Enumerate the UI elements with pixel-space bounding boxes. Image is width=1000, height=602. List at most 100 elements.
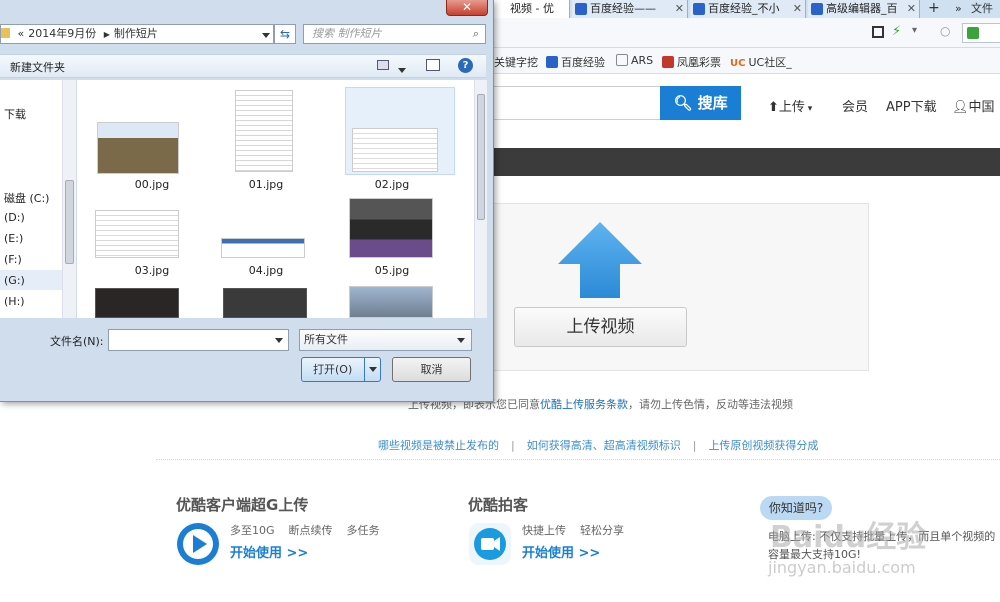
baidu-watermark: Baidu经验 — [770, 520, 927, 555]
bookmark-item[interactable]: 凤凰彩票 — [662, 54, 721, 70]
view-icon[interactable] — [377, 60, 389, 70]
open-button[interactable]: 打开(O) — [301, 357, 381, 382]
file-name[interactable]: 02.jpg — [337, 178, 447, 191]
youku-client-icon — [177, 523, 219, 565]
tab-advanced-editor[interactable]: 高级编辑器_百 ✕ — [808, 0, 920, 18]
scroll-thumb[interactable] — [65, 180, 74, 264]
file-thumbnail — [221, 238, 305, 258]
help-link-revenue[interactable]: 上传原创视频获得分成 — [708, 439, 818, 452]
uc-icon: UC — [730, 58, 746, 69]
close-button[interactable]: ✕ — [446, 0, 488, 16]
nav-item-drive-f[interactable]: (F:) — [4, 253, 22, 266]
search-box[interactable] — [962, 23, 1000, 43]
bookmark-item[interactable]: 关键字挖 — [494, 54, 538, 70]
chevron-down-icon[interactable] — [262, 33, 270, 38]
file-list: 00.jpg 01.jpg 02.jpg 03.jpg 04.jpg 05.jp… — [77, 80, 474, 318]
search-icon: ⌕ — [472, 27, 479, 40]
paike-features: 快捷上传 轻松分享 — [522, 524, 624, 537]
upload-arrow-icon — [558, 222, 642, 298]
tab-label: 视频 - 优 — [510, 2, 554, 15]
chevron-down-icon[interactable] — [398, 62, 406, 76]
close-tab-icon[interactable]: ✕ — [793, 0, 802, 18]
tab-youku-upload[interactable]: 视频 - 优 — [492, 0, 570, 18]
video-search-input[interactable] — [490, 86, 660, 120]
file-thumbnail[interactable] — [95, 288, 179, 318]
nav-item-drive-d[interactable]: (D:) — [4, 211, 25, 224]
search-button[interactable]: 🔍︎ 搜库 — [660, 86, 741, 120]
file-item-02[interactable] — [345, 87, 455, 175]
client-features: 多至10G 断点续传 多任务 — [230, 524, 380, 537]
file-thumbnail — [95, 210, 179, 258]
file-name[interactable]: 03.jpg — [97, 264, 207, 277]
paw-icon — [546, 56, 558, 68]
nav-item-drive-g[interactable]: (G:) — [4, 274, 25, 287]
file-name[interactable]: 01.jpg — [211, 178, 321, 191]
nav-item-downloads[interactable]: 下载 — [4, 106, 26, 122]
nav-item-drive-h[interactable]: (H:) — [4, 295, 25, 308]
file-item-01[interactable] — [217, 88, 327, 176]
scroll-thumb[interactable] — [477, 94, 485, 220]
lightning-icon[interactable]: ⚡ — [892, 24, 901, 39]
more-tabs-icon[interactable]: » — [955, 0, 962, 18]
nav-upload[interactable]: ⬆上传 ▾ — [768, 96, 812, 115]
baidu-watermark-url: jingyan.baidu.com — [768, 558, 916, 577]
preview-pane-icon[interactable] — [426, 59, 440, 71]
tab-label: 百度经验—— — [590, 2, 656, 15]
help-links: 哪些视频是被禁止发布的 | 如何获得高清、超高清视频标识 | 上传原创视频获得分成 — [378, 439, 819, 452]
breadcrumb-item[interactable]: 2014年9月份 — [28, 27, 96, 40]
nav-item-drive-c[interactable]: 磁盘 (C:) — [4, 190, 49, 206]
cancel-button[interactable]: 取消 — [392, 357, 471, 382]
paw-icon — [693, 3, 705, 15]
help-link-hd[interactable]: 如何获得高清、超高清视频标识 — [527, 439, 681, 452]
folder-search-input[interactable]: 搜索 制作短片 ⌕ — [303, 24, 486, 44]
file-item-00[interactable] — [87, 88, 197, 176]
file-thumbnail — [97, 122, 179, 174]
refresh-icon[interactable]: ○ — [940, 24, 950, 38]
qr-code-icon[interactable] — [872, 26, 884, 38]
help-link-banned[interactable]: 哪些视频是被禁止发布的 — [378, 439, 499, 452]
client-start-link[interactable]: 开始使用 >> — [230, 542, 308, 561]
client-title: 优酷客户端超G上传 — [176, 496, 309, 514]
file-thumbnail[interactable] — [349, 286, 433, 318]
nav-app-download[interactable]: APP下载 — [886, 96, 937, 115]
tab-baidu-jingyan-1[interactable]: 百度经验—— ✕ — [572, 0, 688, 18]
nav-item-drive-e[interactable]: (E:) — [4, 232, 23, 245]
breadcrumb[interactable]: «2014年9月份 ▶ 制作短片 — [0, 24, 274, 44]
paike-start-link[interactable]: 开始使用 >> — [522, 542, 600, 561]
file-type-select[interactable]: 所有文件 — [299, 329, 472, 351]
bookmark-item[interactable]: 百度经验 — [546, 54, 605, 70]
terms-link[interactable]: 优酷上传服务条款 — [540, 398, 628, 411]
breadcrumb-item[interactable]: 制作短片 — [114, 27, 158, 40]
file-name[interactable]: 04.jpg — [211, 264, 321, 277]
bookmark-item[interactable]: UC UC社区_ — [730, 54, 792, 70]
close-tab-icon[interactable]: ✕ — [907, 0, 916, 18]
search-icon: 🔍︎ — [673, 94, 693, 112]
new-tab-button[interactable]: + — [928, 0, 940, 16]
nav-scrollbar[interactable] — [62, 80, 76, 318]
nav-member[interactable]: 会员 — [842, 96, 868, 115]
content-scrollbar[interactable] — [474, 80, 487, 318]
tab-baidu-jingyan-2[interactable]: 百度经验_不小 ✕ — [690, 0, 806, 18]
dropdown-icon[interactable]: ▾ — [912, 25, 917, 36]
chevron-down-icon[interactable] — [369, 367, 377, 372]
file-menu[interactable]: 文件 — [971, 0, 993, 18]
upload-video-button[interactable]: 上传视频 — [514, 307, 687, 347]
new-folder-button[interactable]: 新建文件夹 — [10, 59, 65, 75]
navigation-pane: 下载 磁盘 (C:) (D:) (E:) (F:) (G:) (H:) — [0, 80, 62, 318]
filename-label: 文件名(N): — [50, 335, 104, 348]
bookmark-item[interactable]: ARS — [616, 54, 653, 67]
page-icon — [616, 54, 628, 66]
filename-input[interactable] — [108, 329, 289, 351]
folder-icon — [1, 28, 10, 38]
close-tab-icon[interactable]: ✕ — [675, 0, 684, 18]
file-thumbnail[interactable] — [223, 288, 307, 318]
nav-user[interactable]: 👤︎中国 — [952, 96, 995, 115]
chevron-down-icon[interactable] — [275, 338, 283, 343]
file-name[interactable]: 00.jpg — [97, 178, 207, 191]
paw-icon — [575, 3, 587, 15]
divider — [156, 459, 1000, 460]
camera-icon — [469, 523, 511, 565]
help-icon[interactable]: ? — [458, 58, 473, 73]
file-name[interactable]: 05.jpg — [337, 264, 447, 277]
refresh-button[interactable]: ⇆ — [274, 24, 296, 44]
